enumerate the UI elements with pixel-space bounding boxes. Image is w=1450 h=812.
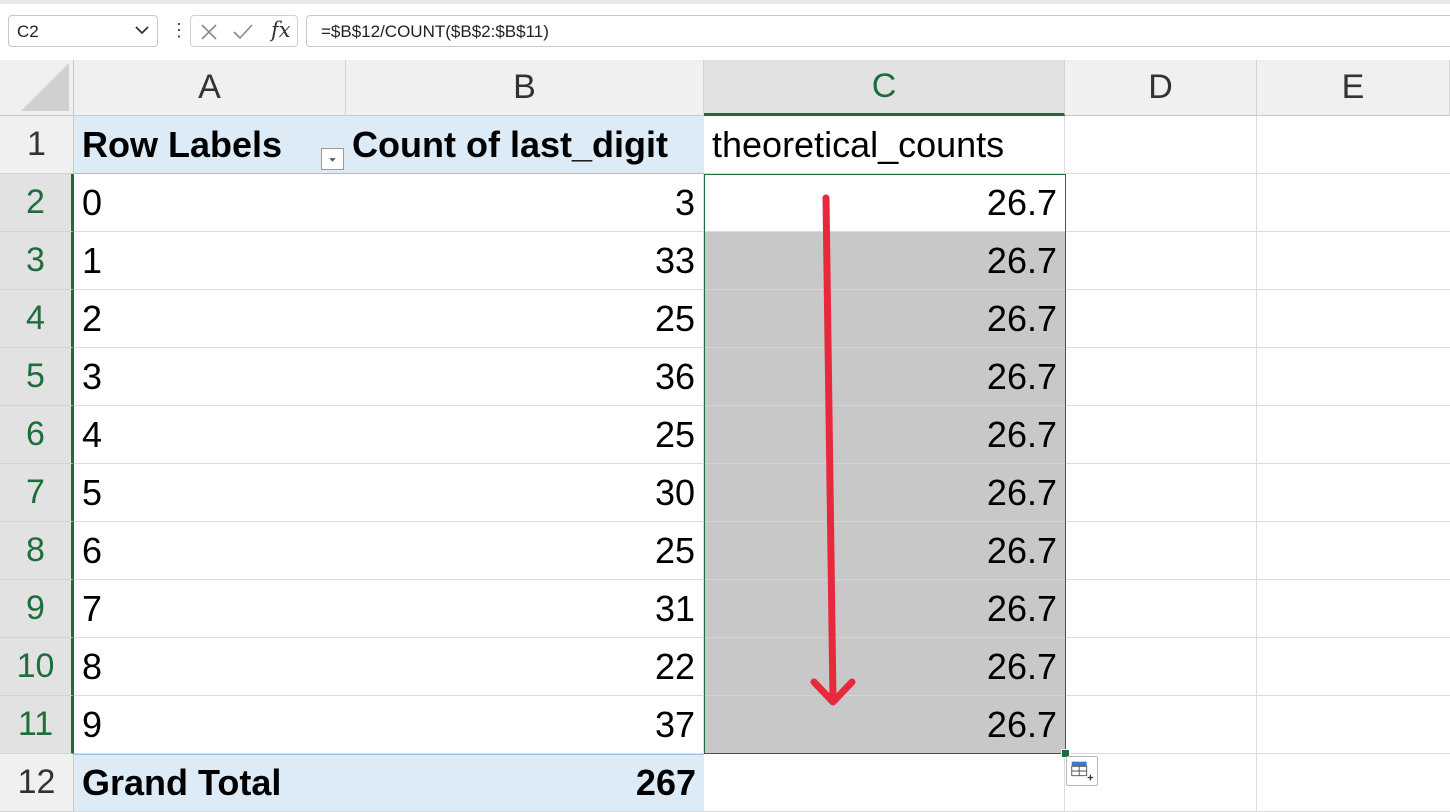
row-header-11[interactable]: 11 (0, 696, 74, 754)
row-header-7[interactable]: 7 (0, 464, 74, 522)
row-header-12[interactable]: 12 (0, 754, 74, 812)
pivot-grand-total-label[interactable]: Grand Total (74, 754, 346, 812)
pivot-row-count[interactable]: 30 (346, 464, 704, 522)
formula-bar: C2 ⋮ fx =$B$12/COUNT($B$2:$B$11) (0, 0, 1450, 60)
formula-buttons: fx (190, 15, 298, 47)
pivot-row-label[interactable]: 4 (74, 406, 346, 464)
cell-e7[interactable] (1257, 464, 1450, 522)
column-header-d[interactable]: D (1065, 60, 1257, 116)
name-box[interactable]: C2 (8, 15, 158, 47)
cell-e11[interactable] (1257, 696, 1450, 754)
cell-e4[interactable] (1257, 290, 1450, 348)
cell-c12[interactable] (704, 754, 1065, 812)
pivot-row-count[interactable]: 36 (346, 348, 704, 406)
insert-function-icon[interactable]: fx (271, 18, 291, 42)
theoretical-value-active[interactable]: 26.7 (704, 174, 1065, 232)
cell-e2[interactable] (1257, 174, 1450, 232)
pivot-row-label[interactable]: 8 (74, 638, 346, 696)
cell-d5[interactable] (1065, 348, 1257, 406)
pivot-row-label[interactable]: 7 (74, 580, 346, 638)
cell-e12[interactable] (1257, 754, 1450, 812)
cell-d10[interactable] (1065, 638, 1257, 696)
pivot-row-count[interactable]: 37 (346, 696, 704, 754)
row-header-10[interactable]: 10 (0, 638, 74, 696)
cell-e6[interactable] (1257, 406, 1450, 464)
theoretical-value[interactable]: 26.7 (704, 638, 1065, 696)
pivot-row-label[interactable]: 3 (74, 348, 346, 406)
row-header-1[interactable]: 1 (0, 116, 74, 174)
formula-text: =$B$12/COUNT($B$2:$B$11) (321, 22, 549, 41)
column-header-e[interactable]: E (1257, 60, 1450, 116)
pivot-row-label[interactable]: 9 (74, 696, 346, 754)
cell-d3[interactable] (1065, 232, 1257, 290)
cell-d6[interactable] (1065, 406, 1257, 464)
theoretical-value[interactable]: 26.7 (704, 232, 1065, 290)
pivot-header-row-labels[interactable]: Row Labels (74, 116, 346, 174)
cell-e9[interactable] (1257, 580, 1450, 638)
cell-e8[interactable] (1257, 522, 1450, 580)
row-header-3[interactable]: 3 (0, 232, 74, 290)
pivot-row-count[interactable]: 31 (346, 580, 704, 638)
more-options-icon[interactable]: ⋮ (170, 18, 188, 42)
row-header-2[interactable]: 2 (0, 174, 74, 232)
select-all-triangle (21, 63, 69, 111)
close-icon[interactable] (200, 23, 218, 41)
cell-e10[interactable] (1257, 638, 1450, 696)
cell-d1[interactable] (1065, 116, 1257, 174)
theoretical-value[interactable]: 26.7 (704, 348, 1065, 406)
pivot-row-count[interactable]: 3 (346, 174, 704, 232)
pivot-row-label[interactable]: 1 (74, 232, 346, 290)
filter-dropdown-icon[interactable] (321, 148, 344, 170)
cell-d11[interactable] (1065, 696, 1257, 754)
pivot-header-count[interactable]: Count of last_digit (346, 116, 704, 174)
check-icon[interactable] (232, 23, 254, 41)
formula-input[interactable]: =$B$12/COUNT($B$2:$B$11) (306, 15, 1450, 47)
select-all-button[interactable] (0, 60, 74, 116)
theoretical-value[interactable]: 26.7 (704, 406, 1065, 464)
pivot-row-label[interactable]: 2 (74, 290, 346, 348)
row-header-6[interactable]: 6 (0, 406, 74, 464)
cell-d2[interactable] (1065, 174, 1257, 232)
down-arrow-icon (810, 194, 856, 706)
row-header-5[interactable]: 5 (0, 348, 74, 406)
pivot-row-label[interactable]: 5 (74, 464, 346, 522)
pivot-row-count[interactable]: 25 (346, 522, 704, 580)
theoretical-value[interactable]: 26.7 (704, 580, 1065, 638)
cell-e5[interactable] (1257, 348, 1450, 406)
ribbon-edge (0, 0, 1450, 4)
quick-analysis-icon[interactable] (1066, 756, 1098, 786)
chevron-down-icon[interactable] (135, 25, 149, 35)
column-header-a[interactable]: A (74, 60, 346, 116)
cell-d4[interactable] (1065, 290, 1257, 348)
pivot-row-label[interactable]: 6 (74, 522, 346, 580)
pivot-row-label[interactable]: 0 (74, 174, 346, 232)
row-header-9[interactable]: 9 (0, 580, 74, 638)
theoretical-value[interactable]: 26.7 (704, 522, 1065, 580)
cell-e1[interactable] (1257, 116, 1450, 174)
cell-d9[interactable] (1065, 580, 1257, 638)
pivot-row-count[interactable]: 22 (346, 638, 704, 696)
cell-d8[interactable] (1065, 522, 1257, 580)
worksheet-grid[interactable]: A B C D E 1 2 3 4 5 6 7 8 9 10 11 12 Row… (0, 60, 1450, 812)
column-header-c[interactable]: C (704, 60, 1065, 116)
cell-d7[interactable] (1065, 464, 1257, 522)
pivot-row-count[interactable]: 33 (346, 232, 704, 290)
pivot-row-count[interactable]: 25 (346, 290, 704, 348)
cell-e3[interactable] (1257, 232, 1450, 290)
theoretical-value[interactable]: 26.7 (704, 290, 1065, 348)
row-header-8[interactable]: 8 (0, 522, 74, 580)
column-header-b[interactable]: B (346, 60, 704, 116)
row-header-4[interactable]: 4 (0, 290, 74, 348)
name-box-value: C2 (17, 22, 39, 41)
pivot-grand-total-value[interactable]: 267 (346, 754, 704, 812)
pivot-row-count[interactable]: 25 (346, 406, 704, 464)
header-theoretical-counts[interactable]: theoretical_counts (704, 116, 1065, 174)
theoretical-value[interactable]: 26.7 (704, 464, 1065, 522)
theoretical-value[interactable]: 26.7 (704, 696, 1065, 754)
